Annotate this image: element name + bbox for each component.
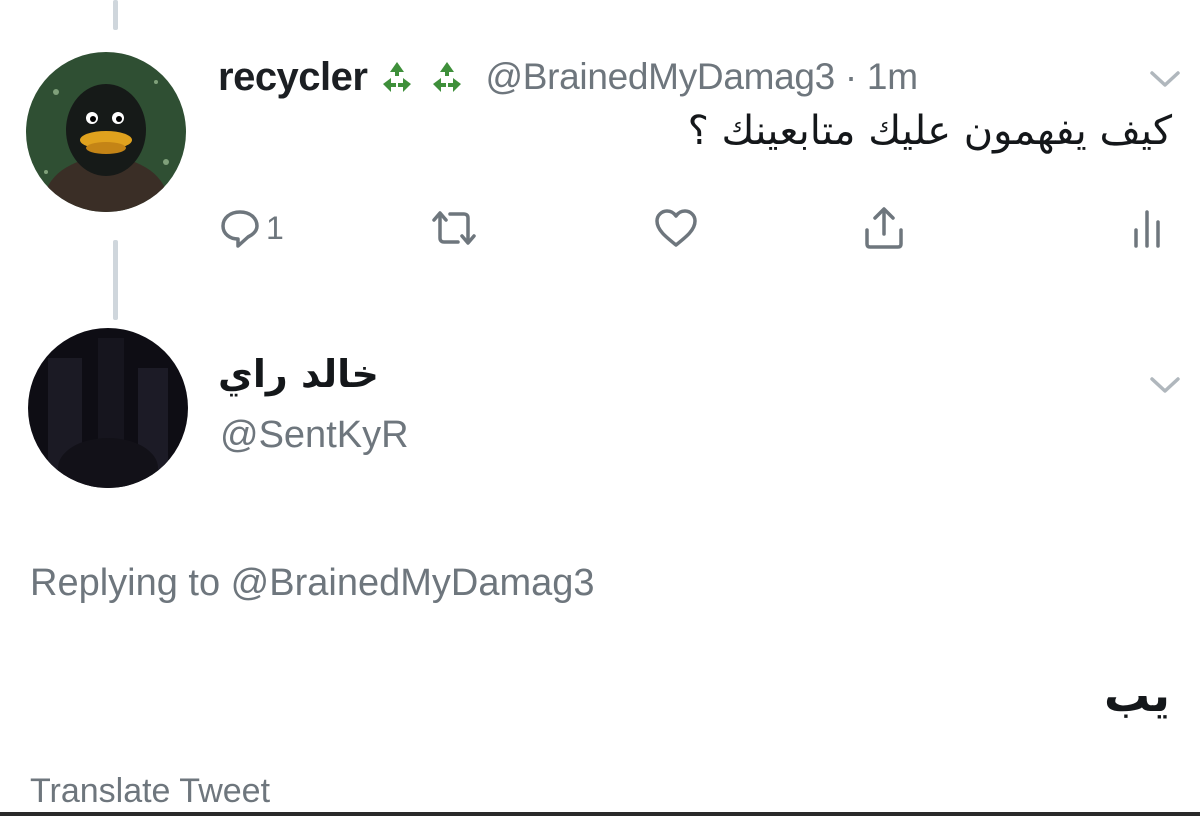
chevron-down-icon[interactable] [1148, 68, 1182, 90]
recycle-icon [377, 57, 417, 97]
replying-to: Replying to @BrainedMyDamag3 [30, 562, 595, 605]
reply-icon [221, 210, 259, 248]
share-icon [865, 207, 903, 249]
thread-line-middle [113, 240, 118, 320]
avatar-recycler[interactable] [26, 52, 186, 212]
avatar-image [26, 52, 186, 212]
handle-and-time: @BrainedMyDamag3 · 1m [485, 56, 918, 97]
avatar-image [28, 328, 188, 488]
tweet-text: كيف يفهمون عليك متابعينك ؟ [687, 108, 1172, 154]
replying-to-mention[interactable]: @BrainedMyDamag3 [231, 562, 595, 604]
reply-button[interactable]: 1 [218, 200, 284, 256]
like-button[interactable] [652, 200, 700, 256]
chevron-down-icon[interactable] [1148, 374, 1182, 396]
analytics-button[interactable] [1128, 200, 1168, 256]
divider [0, 812, 1200, 816]
reply-display-name[interactable]: خالد راي [218, 352, 379, 396]
tweet-header: recycler @BrainedMyDamag3 · 1m [218, 52, 918, 102]
thread-line-top [113, 0, 118, 30]
reply-count: 1 [266, 209, 284, 246]
reply-text: يب [1104, 668, 1170, 722]
recycle-icon [427, 57, 467, 97]
heart-icon [655, 209, 697, 247]
share-button[interactable] [860, 200, 908, 256]
retweet-button[interactable] [426, 200, 482, 256]
avatar-reply-user[interactable] [28, 328, 188, 488]
analytics-icon [1134, 210, 1160, 248]
retweet-icon [432, 211, 476, 245]
replying-to-label: Replying to [30, 562, 231, 604]
reply-handle[interactable]: @SentKyR [220, 414, 409, 457]
translate-tweet-link[interactable]: Translate Tweet [30, 772, 270, 811]
display-name[interactable]: recycler [218, 55, 368, 100]
